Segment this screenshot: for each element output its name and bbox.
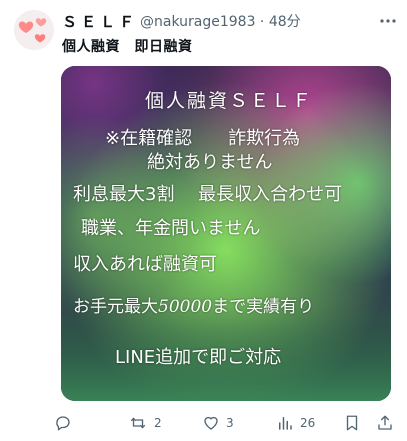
more-icon <box>380 19 396 23</box>
heart-icon <box>204 416 218 430</box>
view-count: 26 <box>300 416 316 430</box>
reply-icon <box>56 416 70 431</box>
image-line-7c: まで実績有り <box>212 297 315 317</box>
post-image[interactable]: 個人融資ＳＥＬＦ ※在籍確認 詐欺行為 絶対ありません 利息最大3割 最長収入合… <box>61 66 391 401</box>
handle-and-time[interactable]: @nakurage1983 · 48分 <box>140 11 301 31</box>
post-header: ＳＥＬＦ @nakurage1983 · 48分 <box>62 10 397 32</box>
avatar[interactable] <box>14 10 54 50</box>
like-count: 3 <box>226 416 234 430</box>
action-bar: 2 3 26 <box>54 410 401 436</box>
image-line-3: 絶対ありません <box>147 152 273 173</box>
image-line-2: ※在籍確認 詐欺行為 <box>105 128 301 149</box>
image-line-8: LINE追加で即ご対応 <box>115 347 282 368</box>
image-line-7a: お手元最大 <box>73 297 158 317</box>
image-line-title: 個人融資ＳＥＬＦ <box>145 90 314 112</box>
share-button[interactable] <box>376 410 400 436</box>
reply-button[interactable] <box>54 410 78 436</box>
image-line-7-amount: 50000 <box>158 297 213 317</box>
repost-count: 2 <box>154 416 162 430</box>
bookmark-icon <box>346 415 358 431</box>
repost-icon <box>130 417 146 429</box>
repost-button[interactable]: 2 <box>128 410 162 436</box>
like-button[interactable]: 3 <box>202 410 234 436</box>
image-line-6: 収入あれば融資可 <box>73 254 217 275</box>
image-line-4: 利息最大3割 最長収入合わせ可 <box>73 184 343 205</box>
hearts-avatar-icon <box>14 10 54 50</box>
image-line-7: お手元最大50000まで実績有り <box>73 292 314 317</box>
share-icon <box>378 415 392 430</box>
post-text: 個人融資 即日融資 <box>62 39 193 55</box>
image-line-5: 職業、年金問いません <box>81 218 261 239</box>
display-name[interactable]: ＳＥＬＦ <box>62 11 138 32</box>
views-button[interactable]: 26 <box>276 410 315 436</box>
more-options-button[interactable] <box>377 10 399 32</box>
bookmark-button[interactable] <box>344 410 366 436</box>
views-icon <box>279 417 292 430</box>
